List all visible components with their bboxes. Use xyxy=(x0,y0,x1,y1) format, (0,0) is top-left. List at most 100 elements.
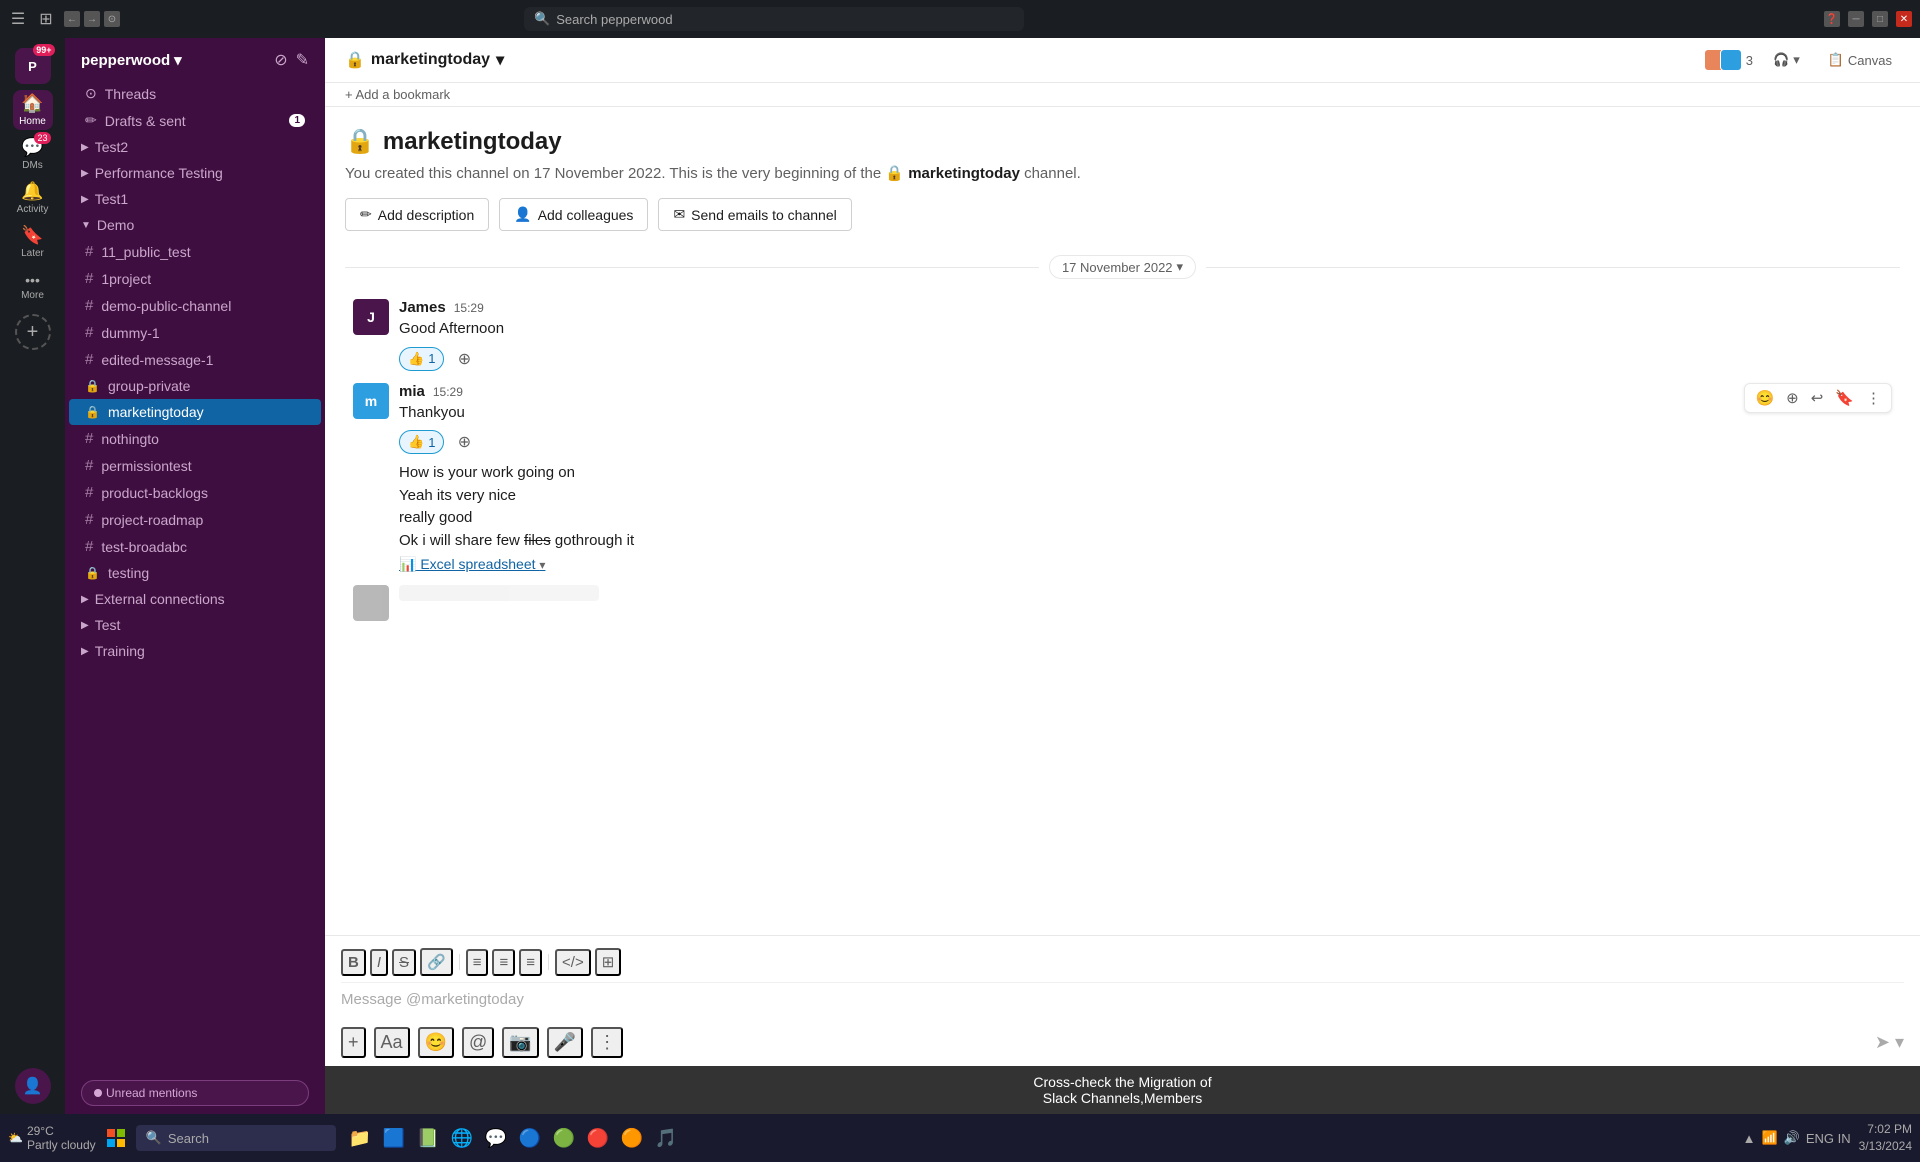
add-reaction-button[interactable]: ⊕ xyxy=(450,347,478,371)
sidebar-item-1project[interactable]: # 1project xyxy=(69,265,321,292)
sidebar-item-11public[interactable]: # 11_public_test xyxy=(69,238,321,265)
camera-button[interactable]: 📷 xyxy=(502,1027,538,1058)
sidebar-item-testing[interactable]: 🔒 testing xyxy=(69,560,321,586)
more-composer-button[interactable]: ⋮ xyxy=(591,1027,623,1058)
sidebar-item-marketingtoday[interactable]: 🔒 marketingtoday xyxy=(69,399,321,425)
taskbar-icon-edge[interactable]: 🌐 xyxy=(446,1122,478,1154)
sidebar-item-dummy1[interactable]: # dummy-1 xyxy=(69,319,321,346)
message-input[interactable]: Message @marketingtoday xyxy=(341,983,1904,1023)
send-button[interactable]: ➤ ▾ xyxy=(1875,1032,1904,1053)
attach-button[interactable]: + xyxy=(341,1027,366,1058)
bold-button[interactable]: B xyxy=(341,949,366,976)
add-description-button[interactable]: ✏ Add description xyxy=(345,198,489,231)
close-button[interactable]: ✕ xyxy=(1896,11,1912,27)
taskbar-icon-file-explorer[interactable]: 📁 xyxy=(344,1122,376,1154)
taskbar-icon-chrome3[interactable]: 🔴 xyxy=(582,1122,614,1154)
history-button[interactable]: ⊙ xyxy=(104,11,120,27)
later-nav[interactable]: 🔖 Later xyxy=(13,222,53,262)
add-workspace-button[interactable]: + xyxy=(15,314,51,350)
unread-mentions-button[interactable]: Unread mentions xyxy=(81,1080,309,1106)
search-bar[interactable]: 🔍 Search pepperwood xyxy=(524,7,1024,31)
activity-nav[interactable]: 🔔 Activity xyxy=(13,178,53,218)
strikethrough-button[interactable]: S xyxy=(392,949,416,976)
workspace-avatar[interactable]: P 99+ xyxy=(13,46,53,86)
mention-button[interactable]: @ xyxy=(462,1027,494,1058)
sidebar-toggle-icon[interactable]: ⊞ xyxy=(36,9,56,29)
start-button[interactable] xyxy=(100,1122,132,1154)
taskbar-icon-chrome2[interactable]: 🟢 xyxy=(548,1122,580,1154)
taskbar-search[interactable]: 🔍 Search xyxy=(136,1125,336,1151)
sidebar-item-threads[interactable]: ⊙ Threads xyxy=(69,80,321,107)
sidebar-group-test-parent[interactable]: ▶ Test xyxy=(65,612,325,638)
table-button[interactable]: ⊞ xyxy=(595,948,622,976)
mia-thumbsup-reaction[interactable]: 👍 1 xyxy=(399,430,444,454)
clock-widget[interactable]: 7:02 PM 3/13/2024 xyxy=(1859,1121,1912,1155)
sidebar-group-demo[interactable]: ▼ Demo xyxy=(65,212,325,238)
sidebar-group-training[interactable]: ▶ Training xyxy=(65,638,325,664)
unordered-list-button[interactable]: ≡ xyxy=(492,949,515,976)
maximize-button[interactable]: □ xyxy=(1872,11,1888,27)
network-icon[interactable]: 📶 xyxy=(1761,1130,1777,1146)
canvas-button[interactable]: 📋 Canvas xyxy=(1820,48,1900,72)
more-nav[interactable]: ••• More xyxy=(13,266,53,306)
sidebar-item-product-backlogs[interactable]: # product-backlogs xyxy=(69,479,321,506)
date-divider-label[interactable]: 17 November 2022 ▾ xyxy=(1049,255,1196,279)
bookmark-action[interactable]: 🔖 xyxy=(1831,387,1858,409)
reply-action[interactable]: ↩ xyxy=(1807,387,1828,409)
compose-icon[interactable]: ✎ xyxy=(296,50,309,70)
dms-nav[interactable]: 23 💬 DMs xyxy=(13,134,53,174)
mia-author[interactable]: mia xyxy=(399,383,425,400)
more-actions[interactable]: ⋮ xyxy=(1862,387,1885,409)
sidebar-item-demo-public[interactable]: # demo-public-channel xyxy=(69,292,321,319)
attachment-dropdown[interactable]: ▾ xyxy=(539,558,545,572)
minimize-button[interactable]: ─ xyxy=(1848,11,1864,27)
taskbar-icon-excel[interactable]: 📗 xyxy=(412,1122,444,1154)
volume-icon[interactable]: 🔊 xyxy=(1784,1130,1800,1146)
sidebar-item-permissiontest[interactable]: # permissiontest xyxy=(69,452,321,479)
sidebar-group-test2[interactable]: ▶ Test2 xyxy=(65,134,325,160)
app-menu-icon[interactable]: ☰ xyxy=(8,9,28,29)
taskbar-icon-chrome4[interactable]: 🟠 xyxy=(616,1122,648,1154)
sidebar-item-nothingto[interactable]: # nothingto xyxy=(69,425,321,452)
add-colleagues-button[interactable]: 👤 Add colleagues xyxy=(499,198,648,231)
link-button[interactable]: 🔗 xyxy=(420,948,453,976)
send-emails-button[interactable]: ✉ Send emails to channel xyxy=(658,198,851,231)
lang-indicator[interactable]: ENG IN xyxy=(1806,1131,1851,1146)
audio-button[interactable]: 🎤 xyxy=(547,1027,583,1058)
taskbar-icon-music[interactable]: 🎵 xyxy=(650,1122,682,1154)
sidebar-group-test1[interactable]: ▶ Test1 xyxy=(65,186,325,212)
text-format-button[interactable]: Aa xyxy=(374,1027,410,1058)
channel-title[interactable]: 🔒 marketingtoday ▾ xyxy=(345,50,504,70)
help-button[interactable]: ❓ xyxy=(1824,11,1840,27)
chevron-up-icon[interactable]: ▲ xyxy=(1743,1131,1756,1146)
sidebar-item-edited[interactable]: # edited-message-1 xyxy=(69,346,321,373)
headphone-button[interactable]: 🎧 ▾ xyxy=(1765,48,1808,72)
forward-button[interactable]: → xyxy=(84,11,100,27)
sidebar-item-test-broadabc[interactable]: # test-broadabc xyxy=(69,533,321,560)
indent-button[interactable]: ≡ xyxy=(519,949,542,976)
add-bookmark-button[interactable]: + Add a bookmark xyxy=(345,87,450,102)
add-reaction-action[interactable]: ⊕ xyxy=(1782,387,1803,409)
james-thumbsup-reaction[interactable]: 👍 1 xyxy=(399,347,444,371)
emoji-button[interactable]: 😊 xyxy=(418,1027,454,1058)
italic-button[interactable]: I xyxy=(370,949,388,976)
messages-area[interactable]: 🔒 marketingtoday You created this channe… xyxy=(325,107,1920,935)
profile-avatar[interactable]: 👤 xyxy=(13,1066,53,1106)
mia-add-reaction-button[interactable]: ⊕ xyxy=(450,430,478,454)
taskbar-icon-teams[interactable]: 🟦 xyxy=(378,1122,410,1154)
ordered-list-button[interactable]: ≡ xyxy=(466,949,489,976)
emoji-reaction-action[interactable]: 😊 xyxy=(1751,387,1778,409)
taskbar-icon-chrome[interactable]: 🔵 xyxy=(514,1122,546,1154)
members-avatars[interactable]: 3 xyxy=(1704,49,1753,71)
taskbar-icon-slack[interactable]: 💬 xyxy=(480,1122,512,1154)
home-nav[interactable]: 🏠 Home xyxy=(13,90,53,130)
code-button[interactable]: </> xyxy=(555,949,591,976)
workspace-name[interactable]: pepperwood ▾ xyxy=(81,51,182,69)
sidebar-item-drafts[interactable]: ✏ Drafts & sent 1 xyxy=(69,107,321,134)
sidebar-group-external[interactable]: ▶ External connections xyxy=(65,586,325,612)
back-button[interactable]: ← xyxy=(64,11,80,27)
excel-attachment[interactable]: 📊 Excel spreadsheet ▾ xyxy=(399,556,1892,573)
filter-icon[interactable]: ⊘ xyxy=(274,50,287,70)
sidebar-group-performance-testing[interactable]: ▶ Performance Testing xyxy=(65,160,325,186)
sidebar-item-project-roadmap[interactable]: # project-roadmap xyxy=(69,506,321,533)
